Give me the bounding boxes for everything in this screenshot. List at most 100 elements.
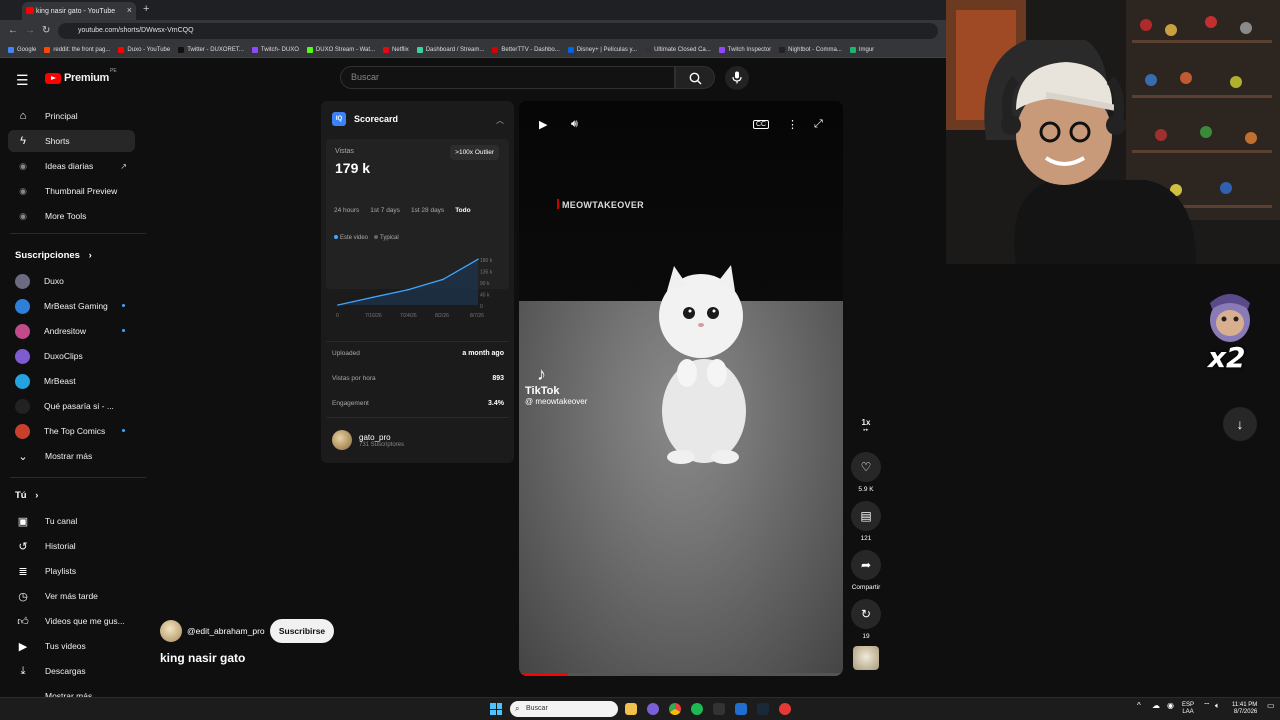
search-input[interactable]: Buscar — [340, 66, 675, 89]
bookmark-item[interactable]: BetterTTV - Dashbo... — [492, 46, 560, 53]
video-progress-bar[interactable] — [519, 673, 843, 676]
sidebar-item-thumbnail-preview[interactable]: ◉ Thumbnail Preview — [8, 180, 135, 202]
sidebar-subscription[interactable]: MrBeast Gaming — [8, 295, 135, 317]
subscribe-button[interactable]: Suscribirse — [270, 619, 334, 643]
clock[interactable]: 11:41 PM 8/7/2026 — [1232, 702, 1257, 716]
bookmark-item[interactable]: Twitch Inspector — [718, 46, 771, 53]
sidebar-item-principal[interactable]: ⌂ Principal — [8, 105, 135, 127]
app-icon[interactable] — [779, 703, 791, 715]
sidebar-subscription[interactable]: DuxoClips — [8, 345, 135, 367]
youtube-premium-logo[interactable]: Premium — [45, 72, 109, 84]
channel-handle[interactable]: @edit_abraham_pro — [187, 626, 265, 636]
tray-app-icon[interactable]: ☁ — [1152, 702, 1160, 710]
menu-icon[interactable]: ☰ — [16, 72, 29, 89]
bookmark-favicon-icon — [567, 46, 574, 53]
volume-icon[interactable]: 🔊︎ — [571, 118, 578, 131]
app-icon[interactable] — [735, 703, 747, 715]
sidebar-item-shorts[interactable]: ϟ Shorts — [8, 130, 135, 152]
remix-action[interactable]: ↻ 19 — [849, 599, 883, 640]
forward-icon[interactable]: → — [25, 25, 35, 36]
app-icon[interactable] — [647, 703, 659, 715]
sidebar-subscription[interactable]: Duxo — [8, 270, 135, 292]
play-icon[interactable]: ▶ — [539, 118, 547, 131]
remix-icon[interactable]: ↻ — [851, 599, 881, 629]
divider — [10, 233, 146, 234]
bookmark-item[interactable]: Dashboard / Stream... — [416, 46, 484, 53]
bookmark-item[interactable]: Netflix — [383, 46, 409, 53]
back-icon[interactable]: ← — [8, 25, 18, 36]
bookmark-item[interactable]: Ultimate Closed Ca... — [645, 46, 711, 53]
bookmark-item[interactable]: Nightbot - Comma... — [779, 46, 842, 53]
tray-chevron-icon[interactable]: ^ — [1137, 702, 1141, 710]
series-area — [338, 259, 478, 305]
scorecard-channel[interactable]: gato_pro 731 Suscriptores — [332, 430, 404, 450]
you-header[interactable]: Tú › — [15, 490, 38, 501]
browser-tab[interactable]: king nasir gato - YouTube × — [22, 2, 136, 20]
progress-fill — [519, 673, 568, 676]
bookmark-item[interactable]: DUXO Stream - Wat... — [306, 46, 375, 53]
search-button[interactable] — [675, 66, 715, 89]
tray-app-icon[interactable]: ◉ — [1167, 702, 1174, 710]
shorts-video-player[interactable]: ▶ 🔊︎ CC ⋮ ⤢ MEOWTAKEOVER ♪ TikTok @ meow… — [519, 101, 843, 676]
like-action[interactable]: ♡ 5.9 K — [849, 452, 883, 493]
wifi-icon[interactable]: ⌔ — [1203, 702, 1211, 710]
bookmark-item[interactable]: Imgur — [849, 46, 874, 53]
share-icon[interactable]: ➦ — [851, 550, 881, 580]
close-tab-icon[interactable]: × — [127, 5, 132, 15]
bookmark-item[interactable]: Google — [8, 46, 36, 53]
channel-avatar[interactable] — [160, 620, 182, 642]
period-tab[interactable]: 1st 7 days — [370, 207, 400, 214]
sidebar-subscription[interactable]: The Top Comics — [8, 420, 135, 442]
steam-icon[interactable] — [757, 703, 769, 715]
voice-search-button[interactable] — [725, 66, 749, 90]
sidebar-item-history[interactable]: ↺ Historial — [8, 535, 135, 557]
like-icon[interactable]: ♡ — [851, 452, 881, 482]
language-indicator[interactable]: ESP LAA — [1182, 702, 1194, 716]
sidebar-item-playlists[interactable]: ≣ Playlists — [8, 560, 135, 582]
bookmark-item[interactable]: Twitter - DUXORET... — [178, 46, 244, 53]
bookmark-item[interactable]: reddit: the front pag... — [44, 46, 110, 53]
speed-control[interactable]: 1x ▸▸ — [849, 418, 883, 433]
comment-icon[interactable]: ▤ — [851, 501, 881, 531]
sidebar-item-label: Shorts — [45, 136, 70, 146]
sidebar-item-ideas-diarias[interactable]: ◉ Ideas diarias ↗ — [8, 155, 135, 177]
sidebar-item-more-tools[interactable]: ◉ More Tools — [8, 205, 135, 227]
sidebar-subscription[interactable]: Qué pasaría si - ... — [8, 395, 135, 417]
sidebar-subscription[interactable]: MrBeast — [8, 370, 135, 392]
sidebar-subscription[interactable]: Andresitow — [8, 320, 135, 342]
bookmark-item[interactable]: Disney+ | Películas y... — [567, 46, 637, 53]
sidebar-item-channel[interactable]: ▣ Tu canal — [8, 510, 135, 532]
sidebar-item-liked[interactable]: 👍︎ Videos que me gus... — [8, 610, 135, 632]
reload-icon[interactable]: ↻ — [42, 25, 50, 36]
spotify-icon[interactable] — [691, 703, 703, 715]
sidebar-item-watch-later[interactable]: ◷ Ver más tarde — [8, 585, 135, 607]
period-tab[interactable]: 24 hours — [334, 207, 359, 214]
volume-icon[interactable]: 🔈︎ — [1215, 702, 1220, 710]
bookmark-item[interactable]: Duxo - YouTube — [118, 46, 170, 53]
share-action[interactable]: ➦ Compartir — [849, 550, 883, 591]
more-options-icon[interactable]: ⋮ — [787, 118, 798, 131]
xbox-icon[interactable] — [713, 703, 725, 715]
fullscreen-icon[interactable]: ⤢ — [814, 118, 823, 131]
new-tab-icon[interactable]: + — [143, 3, 149, 15]
sidebar-item-your-videos[interactable]: ▶ Tus videos — [8, 635, 135, 657]
sidebar-show-more-subs[interactable]: ⌄ Mostrar más — [8, 445, 135, 467]
logo-region: PE — [110, 68, 117, 74]
comment-action[interactable]: ▤ 121 — [849, 501, 883, 542]
chevron-up-icon[interactable]: ︿ — [496, 115, 504, 126]
period-tab[interactable]: 1st 28 days — [411, 207, 444, 214]
url-field[interactable]: youtube.com/shorts/DWwsx-VmCQQ — [58, 23, 938, 39]
bookmark-item[interactable]: Twitch- DUXO — [251, 46, 299, 53]
notification-icon[interactable]: ▭ — [1267, 702, 1275, 710]
avatar — [15, 323, 30, 339]
chrome-icon[interactable] — [669, 703, 681, 715]
file-explorer-icon[interactable] — [625, 703, 637, 715]
subscriptions-header[interactable]: Suscripciones › — [15, 250, 92, 261]
captions-icon[interactable]: CC — [753, 120, 770, 129]
windows-start-icon[interactable] — [490, 703, 502, 715]
sidebar-item-downloads[interactable]: ⤓ Descargas — [8, 660, 135, 682]
taskbar-search[interactable]: ⌕ Buscar — [510, 701, 618, 717]
next-short-button[interactable]: ↓ — [1223, 407, 1257, 441]
period-tab[interactable]: Todo — [455, 207, 470, 214]
sound-thumbnail[interactable] — [853, 646, 879, 670]
